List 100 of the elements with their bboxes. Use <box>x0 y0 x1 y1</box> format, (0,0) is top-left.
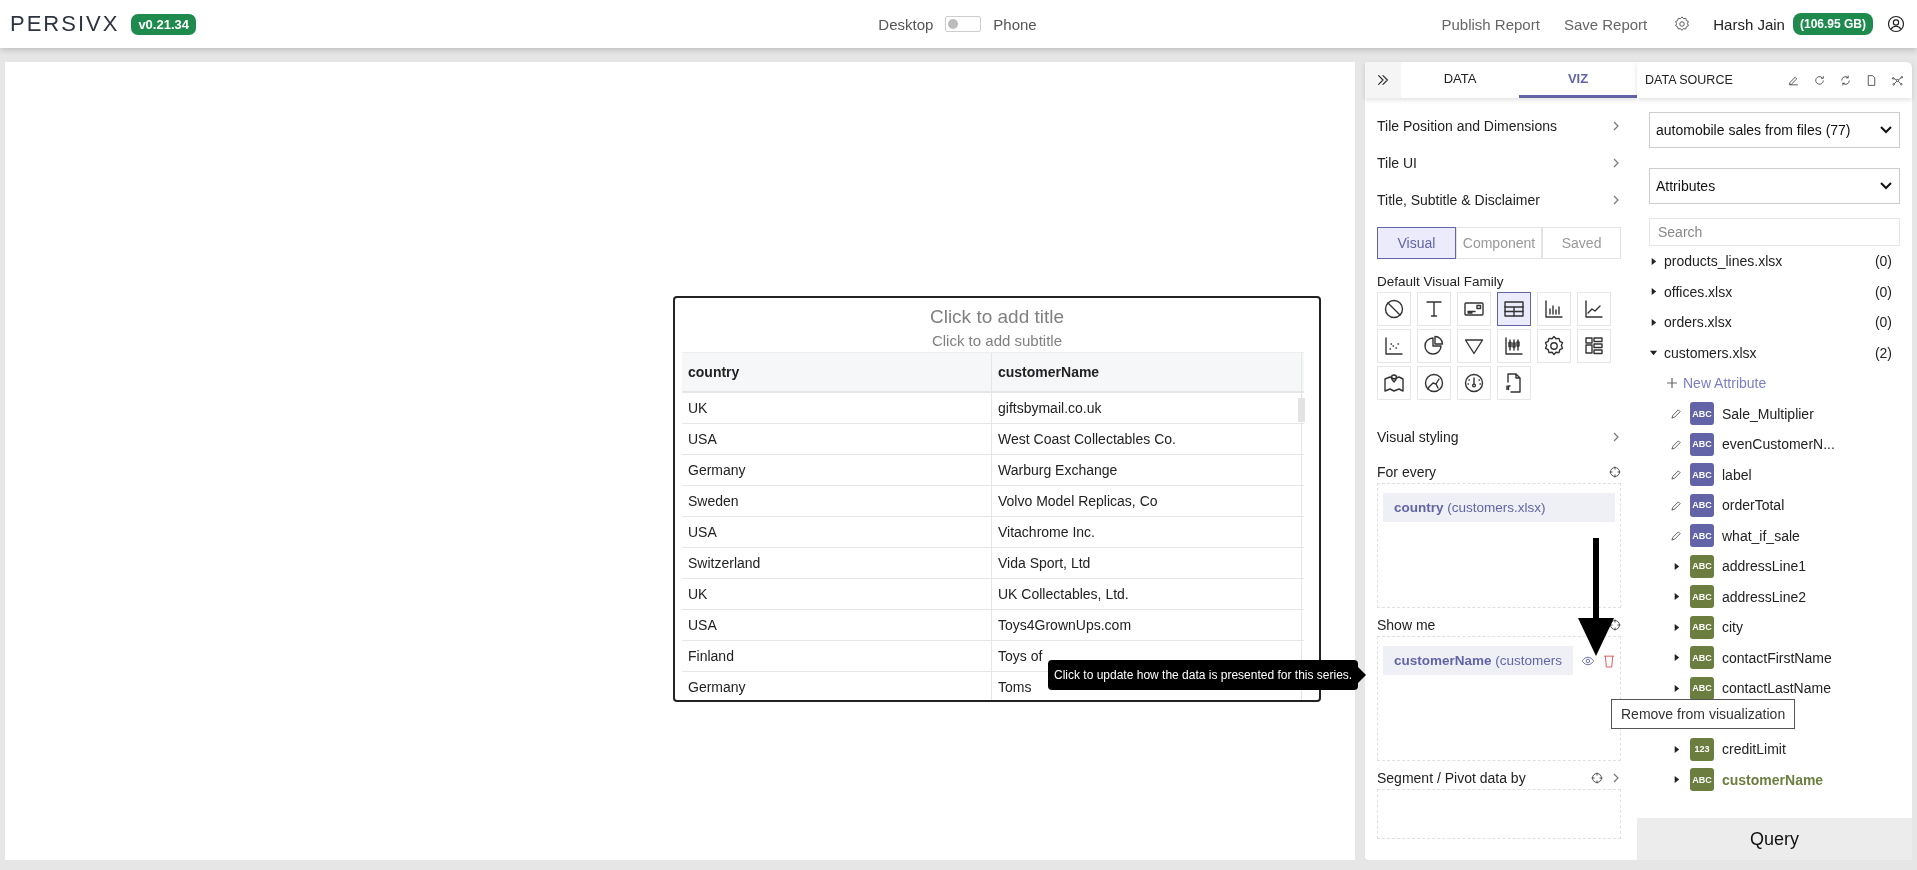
attribute-item[interactable]: ABC contactFirstName <box>1649 642 1900 673</box>
new-attribute-link[interactable]: New Attribute <box>1649 368 1900 399</box>
drop-zone[interactable]: country (customers.xlsx) <box>1377 483 1621 608</box>
query-button[interactable]: Query <box>1637 818 1912 860</box>
type-badge: ABC <box>1690 676 1714 700</box>
table-cell: Toys4GrownUps.com <box>992 610 1302 640</box>
attribute-item[interactable]: ABC customerName <box>1649 764 1900 795</box>
document-icon[interactable] <box>1865 73 1878 87</box>
type-badge: 123 <box>1690 737 1714 761</box>
chevron-right-icon <box>1611 156 1621 169</box>
panel-title: DATA SOURCE <box>1645 73 1733 87</box>
map-pin-icon <box>1382 371 1406 395</box>
attribute-item[interactable]: ABC city <box>1649 612 1900 643</box>
collapse-button[interactable] <box>1365 62 1401 98</box>
settings-icon[interactable] <box>1673 15 1692 33</box>
caret-right-icon[interactable] <box>1649 256 1658 266</box>
section-row[interactable]: Title, Subtitle & Disclaimer <box>1377 181 1621 218</box>
double-chevron-icon <box>1376 73 1390 87</box>
attribute-item[interactable]: ABC label <box>1649 459 1900 490</box>
section-label: Default Visual Family <box>1377 274 1505 289</box>
table-cell: UK <box>682 579 992 609</box>
section-row[interactable]: Tile Position and Dimensions <box>1377 107 1621 144</box>
attribute-item[interactable]: ABC Sale_Multiplier <box>1649 398 1900 429</box>
tooltip: Remove from visualization <box>1611 699 1796 729</box>
dropdown[interactable]: automobile sales from files (77) <box>1649 112 1900 148</box>
gauge-icon <box>1462 371 1486 395</box>
header-action-link[interactable]: Save Report <box>1551 11 1660 37</box>
bar-chart-icon <box>1542 297 1566 321</box>
pencil-icon[interactable] <box>1671 438 1682 450</box>
table-cell: Vitachrome Inc. <box>992 517 1302 547</box>
table-cell: Switzerland <box>682 548 992 578</box>
caret-down-icon[interactable] <box>1649 348 1658 358</box>
type-badge: ABC <box>1690 463 1714 487</box>
tree-item[interactable]: orders.xlsx (0) <box>1649 307 1900 338</box>
refresh-icon[interactable] <box>1813 73 1826 87</box>
section-label: Segment / Pivot data by <box>1377 770 1526 786</box>
attribute-item[interactable]: 123 creditLimit <box>1649 734 1900 765</box>
chevron-right-icon <box>1611 430 1621 443</box>
attribute-item[interactable]: ABC addressLine1 <box>1649 551 1900 582</box>
caret-right-icon[interactable] <box>1649 287 1658 297</box>
type-badge: ABC <box>1690 646 1714 670</box>
panel-tab[interactable]: DATA <box>1401 62 1519 98</box>
version-badge: v0.21.34 <box>131 13 196 35</box>
tile-title-placeholder[interactable]: Click to add title <box>929 306 1065 328</box>
visual-type-button[interactable] <box>1497 292 1531 326</box>
desktop-label: Desktop <box>878 15 934 33</box>
section-label: For every <box>1377 464 1437 480</box>
attribute-item[interactable]: ABC addressLine2 <box>1649 581 1900 612</box>
type-badge: ABC <box>1690 768 1714 792</box>
table-cell: Warburg Exchange <box>992 455 1302 485</box>
tile-subtitle-placeholder[interactable]: Click to add subtitle <box>931 332 1063 349</box>
type-badge: ABC <box>1690 432 1714 456</box>
crosshair-icon <box>1609 619 1621 631</box>
tree-item[interactable]: products_lines.xlsx (0) <box>1649 246 1900 277</box>
attribute-item[interactable]: ABC what_if_sale <box>1649 520 1900 551</box>
user-avatar-icon[interactable] <box>1887 15 1905 33</box>
network-circle-icon <box>1422 371 1446 395</box>
mode-tab[interactable]: Visual <box>1377 227 1456 259</box>
pencil-icon[interactable] <box>1671 408 1682 420</box>
dropdown[interactable]: Attributes <box>1649 168 1900 204</box>
type-badge: ABC <box>1690 554 1714 578</box>
search-field[interactable]: Search <box>1649 218 1900 246</box>
column-header[interactable]: customerName <box>992 353 1302 391</box>
type-badge: ABC <box>1690 615 1714 639</box>
phone-label: Phone <box>993 15 1037 33</box>
attribute-item[interactable]: ABC orderTotal <box>1649 490 1900 521</box>
user-name: Harsh Jain <box>1713 15 1785 33</box>
section-row[interactable]: Tile UI <box>1377 144 1621 181</box>
table-cell: Finland <box>682 641 992 671</box>
view-toggle[interactable] <box>945 16 982 32</box>
crosshair-icon <box>1609 466 1621 478</box>
network-icon[interactable] <box>1891 73 1904 87</box>
pencil-icon[interactable] <box>1671 499 1682 511</box>
table-cell: USA <box>682 610 992 640</box>
candlestick-chart-icon <box>1502 334 1526 358</box>
chevron-right-icon <box>1611 193 1621 206</box>
chevron-right-icon <box>1611 119 1621 132</box>
sync-icon[interactable] <box>1839 73 1852 87</box>
field-chip[interactable]: customerName (customers <box>1383 646 1574 675</box>
type-badge: ABC <box>1690 524 1714 548</box>
caret-right-icon[interactable] <box>1649 317 1658 327</box>
pencil-icon[interactable] <box>1671 530 1682 542</box>
section-label: Show me <box>1377 617 1436 633</box>
crosshair-icon <box>1591 772 1603 784</box>
pencil-icon[interactable] <box>1671 469 1682 481</box>
drop-zone[interactable]: customerName (customers <box>1377 636 1621 761</box>
storage-badge: (106.95 GB) <box>1792 13 1873 35</box>
section-row[interactable]: Visual styling <box>1377 418 1621 455</box>
panel-tab[interactable]: VIZ <box>1519 62 1637 98</box>
attribute-item[interactable]: ABC evenCustomerN... <box>1649 429 1900 460</box>
tree-item[interactable]: offices.xlsx (0) <box>1649 276 1900 307</box>
tree-item[interactable]: customers.xlsx (2) <box>1649 337 1900 368</box>
column-header[interactable]: country <box>682 353 992 391</box>
field-chip[interactable]: country (customers.xlsx) <box>1383 493 1615 522</box>
table-cell: USA <box>682 424 992 454</box>
header-action-link[interactable]: Publish Report <box>1429 11 1552 37</box>
logo: PERSIVX <box>10 11 120 37</box>
scrollbar-thumb[interactable] <box>1298 398 1305 422</box>
tooltip-pointer <box>1358 667 1367 683</box>
chevron-down-icon <box>1879 181 1893 191</box>
